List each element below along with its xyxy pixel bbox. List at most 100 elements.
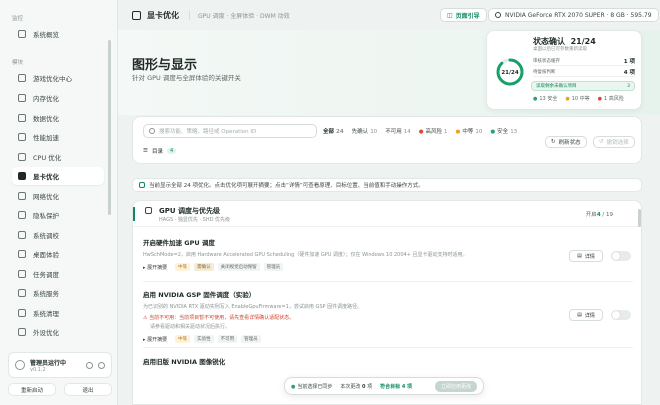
database-icon: [18, 114, 26, 122]
sidebar-item-privacy[interactable]: 隐私保护: [12, 206, 104, 224]
sidebar-item-label: CPU 优化: [33, 154, 62, 162]
section-subtitle: HAGS · 独显优先 · SHD 优先级: [159, 217, 231, 223]
option-toggle[interactable]: [611, 310, 631, 320]
gear-icon[interactable]: [98, 361, 105, 369]
section-count: 开启4 / 19: [585, 212, 613, 218]
sidebar-item-label: 系统清理: [33, 310, 59, 318]
option-title: 启用旧版 NVIDIA 图像锐化: [143, 358, 226, 366]
sidebar-item-overview[interactable]: 系统概览: [12, 25, 104, 43]
option-warning: ⚠ 当前不可用：当前项目暂不可使用，请先查看详情确认适配状态。 请参看驱动和相关…: [143, 314, 633, 330]
progress-ring-text: 21/24: [501, 70, 518, 76]
option-desc: 为已识别的 NVIDIA RTX 驱动实例写入 EnableGpuFirmwar…: [143, 304, 363, 310]
option-item[interactable]: 启用 NVIDIA GSP 固件调度（实验） 为已识别的 NVIDIA RTX …: [143, 289, 633, 343]
sidebar-item-label: 系统概览: [33, 31, 59, 39]
option-toggle[interactable]: [611, 251, 631, 261]
sidebar-item-label: 系统调校: [33, 232, 59, 240]
high-risk-count: 1 高风险: [598, 95, 624, 102]
page-guide-button[interactable]: ◫ 页面引导: [440, 8, 487, 22]
search-input[interactable]: 搜索功能、策略、路径或 Operation ID: [143, 124, 317, 138]
search-icon: [149, 128, 155, 134]
filter-tab[interactable]: 中等10: [456, 127, 483, 135]
sliders-icon: [18, 231, 26, 239]
filter-tab[interactable]: 不可用 14: [385, 127, 411, 135]
option-item[interactable]: 开启硬件加速 GPU 调度 HwSchMode=2，启用 Hardware Ac…: [143, 237, 633, 271]
risk-counts: 13 安全 10 中等 1 高风险: [533, 95, 624, 102]
expand-summary-button[interactable]: 展开摘要: [143, 336, 167, 343]
sidebar-item-data[interactable]: 数据优化: [12, 109, 104, 127]
sidebar-item-memory[interactable]: 内存优化: [12, 89, 104, 107]
visual-tag: 关闭视觉启动保留: [217, 263, 260, 271]
admin-status-card: 管理员运行中 v0.1.2: [8, 352, 112, 378]
mouse-icon: [18, 328, 26, 336]
read-remaining-button[interactable]: 读取剩余未确认项目 3: [531, 81, 635, 91]
sidebar-item-performance[interactable]: 性能加速: [12, 128, 104, 146]
sidebar-item-label: 显卡优化: [33, 173, 59, 181]
sidebar-item-label: 网络优化: [33, 193, 59, 201]
panel-scrollbar[interactable]: [638, 209, 641, 227]
toc-toggle[interactable]: ☰ 目录 4: [143, 147, 177, 155]
read-remaining-label: 读取剩余未确认项目: [536, 84, 577, 89]
filter-tabs: 全部24 先确认10 不可用14 高风险1 中等10 安全13: [323, 127, 517, 135]
sidebar-item-label: 性能加速: [33, 134, 59, 142]
undo-selection-button[interactable]: ↺ 撤销选择: [593, 136, 635, 148]
broom-icon: [18, 309, 26, 317]
section-header[interactable]: GPU 调度与优先级 HAGS · 独显优先 · SHD 优先级 开启4 / 1…: [133, 201, 641, 227]
sidebar-item-desktop[interactable]: 桌面体验: [12, 245, 104, 263]
status-card: 21/24 状态确认 21/24 桌面以后已可参数重新读取 审核状态缓存 1 项 …: [486, 30, 642, 110]
page-title: 图形与显示: [132, 58, 198, 73]
info-icon: [139, 182, 145, 188]
option-title: 启用 NVIDIA GSP 固件调度（实验）: [143, 291, 256, 299]
gpu-info-text: NVIDIA GeForce RTX 2070 SUPER · 8 GB · 5…: [505, 11, 652, 19]
filter-tab-count: 1: [444, 129, 448, 135]
expand-summary-button[interactable]: 展开摘要: [143, 264, 167, 271]
heart-icon[interactable]: [86, 361, 93, 369]
sidebar-item-cleanup[interactable]: 系统清理: [12, 304, 104, 322]
admin-tag: 管理员: [241, 335, 261, 343]
sidebar-item-services[interactable]: 系统服务: [12, 284, 104, 302]
sidebar-item-game[interactable]: 游戏优化中心: [12, 69, 104, 87]
detail-button[interactable]: ▤ 详情: [569, 309, 603, 321]
undo-icon: ↺: [599, 139, 604, 145]
option-item[interactable]: 启用旧版 NVIDIA 图像锐化: [143, 356, 633, 366]
sidebar-item-gpu[interactable]: 显卡优化: [12, 167, 104, 185]
progress-ring: 21/24: [496, 58, 524, 86]
sidebar-item-network[interactable]: 网络优化: [12, 187, 104, 205]
toc-label: 目录: [151, 149, 163, 155]
filter-tab-count: 10: [475, 129, 483, 135]
filter-tab-count: 10: [370, 129, 378, 135]
shield-icon: [18, 211, 26, 219]
changes-count: 本次更改 0 项: [340, 383, 373, 390]
admin-tag: 管理员: [263, 263, 284, 271]
module-subtitle: GPU 调度 · 全屏体验 · DWM 动效: [189, 10, 290, 20]
sidebar-item-peripherals[interactable]: 外设优化: [12, 323, 104, 341]
doc-icon: ▤: [577, 253, 582, 259]
sidebar-item-label: 桌面体验: [33, 251, 59, 259]
search-placeholder: 搜索功能、策略、路径或 Operation ID: [159, 129, 257, 135]
filter-tab[interactable]: 高风险1: [419, 127, 448, 135]
exit-button[interactable]: 退出: [64, 383, 112, 396]
safe-count: 13 安全: [533, 95, 557, 102]
apply-changes-button[interactable]: 立即应用更改: [434, 380, 477, 392]
info-notice: 当前显示全部 24 项优化。点击优化项可展开摘要；点击“详情”可查看原理、目标位…: [132, 178, 642, 192]
sidebar-item-tuning[interactable]: 系统调校: [12, 226, 104, 244]
warning-icon: ⚠: [143, 315, 148, 321]
sidebar-item-tasks[interactable]: 任务调度: [12, 265, 104, 283]
sidebar-scrollbar[interactable]: [108, 40, 111, 215]
section-accent: [133, 207, 135, 221]
gpu-info-chip: NVIDIA GeForce RTX 2070 SUPER · 8 GB · 5…: [488, 8, 659, 22]
filter-tab[interactable]: 全部 24: [323, 127, 344, 135]
filter-tab[interactable]: 安全13: [490, 127, 517, 135]
admin-status-title: 管理员运行中: [30, 359, 67, 367]
warning-hint: 请参看驱动和相关驱动状况后执行。: [150, 324, 231, 330]
sidebar-item-label: 隐私保护: [33, 212, 59, 220]
confirm-tag: 需确认: [194, 263, 214, 271]
divider: [143, 281, 633, 282]
gamepad-icon: [18, 74, 26, 82]
detail-button[interactable]: ▤ 详情: [569, 250, 603, 262]
option-desc: HwSchMode=2，启用 Hardware Accelerated GPU …: [143, 252, 468, 258]
refresh-status-button[interactable]: ↻ 刷新状态: [545, 136, 587, 148]
section-panel: GPU 调度与优先级 HAGS · 独显优先 · SHD 优先级 开启4 / 1…: [132, 200, 642, 405]
sidebar-item-cpu[interactable]: CPU 优化: [12, 148, 104, 166]
restart-button[interactable]: 重新启动: [8, 383, 56, 396]
filter-tab[interactable]: 先确认 10: [352, 127, 378, 135]
